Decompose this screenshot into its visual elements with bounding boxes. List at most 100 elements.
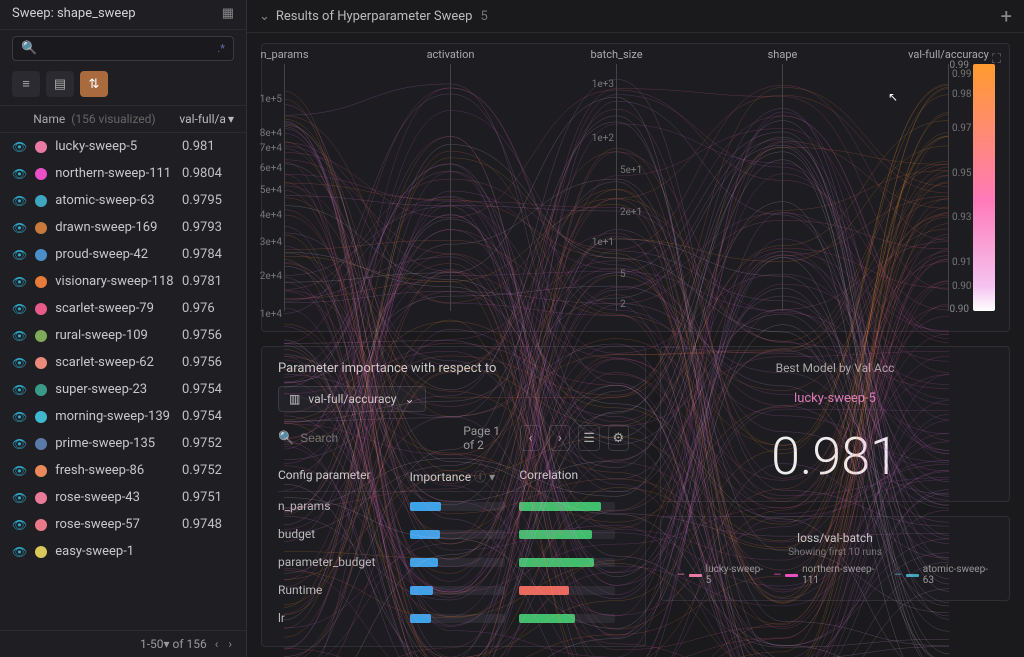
- run-row[interactable]: 👁 visionary-sweep-118 0.9781: [0, 268, 246, 295]
- filter-button[interactable]: ≡: [12, 71, 40, 97]
- color-dot: [35, 141, 47, 153]
- column-name-header[interactable]: Name: [33, 112, 65, 126]
- add-panel-button[interactable]: +: [1001, 4, 1012, 28]
- axis-tick: 5: [620, 269, 660, 280]
- color-dot: [35, 276, 47, 288]
- color-dot: [35, 330, 47, 342]
- run-row[interactable]: 👁 easy-sweep-1: [0, 538, 246, 565]
- color-dot: [35, 168, 47, 180]
- column-metric-header[interactable]: val-full/a▾: [179, 112, 234, 126]
- run-value: 0.9781: [182, 274, 234, 289]
- main-header: ⌄ Results of Hyperparameter Sweep 5 +: [247, 0, 1024, 33]
- run-name: rose-sweep-43: [55, 490, 174, 505]
- run-name: easy-sweep-1: [55, 544, 174, 559]
- run-name: northern-sweep-111: [55, 166, 174, 181]
- eye-icon[interactable]: 👁: [12, 167, 27, 181]
- run-value: 0.9784: [182, 247, 234, 262]
- run-row[interactable]: 👁scarlet-sweep-620.9756: [0, 349, 246, 376]
- axis-tick: 0.98: [952, 89, 992, 100]
- axis-label: activation: [427, 48, 475, 61]
- eye-icon[interactable]: 👁: [12, 329, 27, 343]
- axis-label: n_params: [260, 48, 308, 61]
- run-name: morning-sweep-139: [55, 409, 174, 424]
- eye-icon[interactable]: 👁: [12, 437, 27, 451]
- next-page-button[interactable]: ›: [226, 637, 234, 651]
- panel-toggle-icon[interactable]: ▦: [222, 6, 234, 21]
- eye-icon[interactable]: 👁: [12, 356, 27, 370]
- axis-tick: 5e+4: [247, 185, 282, 196]
- eye-icon[interactable]: 👁: [12, 194, 27, 208]
- eye-icon[interactable]: 👁: [12, 275, 27, 289]
- eye-icon[interactable]: 👁: [12, 410, 27, 424]
- run-row[interactable]: 👁 scarlet-sweep-79 0.976: [0, 295, 246, 322]
- sidebar-search-input[interactable]: [43, 42, 211, 56]
- axis-tick: 1e+3: [574, 79, 614, 90]
- eye-icon[interactable]: 👁: [12, 491, 27, 505]
- results-title: Results of Hyperparameter Sweep: [276, 9, 473, 24]
- run-row[interactable]: 👁prime-sweep-1350.9752: [0, 430, 246, 457]
- run-row[interactable]: 👁lucky-sweep-50.981: [0, 133, 246, 160]
- run-name: super-sweep-23: [55, 382, 174, 397]
- run-name: rural-sweep-109: [55, 328, 174, 343]
- run-name: visionary-sweep-118: [55, 274, 174, 289]
- eye-icon[interactable]: 👁: [12, 383, 27, 397]
- run-row[interactable]: 👁morning-sweep-1390.9754: [0, 403, 246, 430]
- run-value: 0.9752: [182, 436, 234, 451]
- run-row[interactable]: 👁 northern-sweep-111 0.9804: [0, 160, 246, 187]
- sidebar-header: Sweep: shape_sweep ▦: [0, 0, 246, 30]
- run-value: 0.9804: [182, 166, 234, 181]
- eye-icon[interactable]: 👁: [12, 248, 27, 262]
- page-range[interactable]: 1-50▾ of 156: [140, 637, 207, 651]
- axis[interactable]: n_params1e+58e+47e+46e+45e+44e+43e+42e+4…: [284, 64, 285, 311]
- parallel-coords-panel[interactable]: ⛶ ↖ n_params1e+58e+47e+46e+45e+44e+43e+4…: [261, 43, 1010, 332]
- eye-icon[interactable]: 👁: [12, 518, 27, 532]
- run-value: 0.976: [182, 301, 234, 316]
- cursor-icon: ↖: [888, 90, 898, 104]
- axis-tick: 0.90: [952, 281, 992, 292]
- color-dot: [35, 384, 47, 396]
- axis-tick: 8e+4: [247, 128, 282, 139]
- runs-list[interactable]: 👁lucky-sweep-50.981👁northern-sweep-1110.…: [0, 133, 246, 630]
- axis[interactable]: activation: [450, 64, 451, 311]
- axis-label: val-full/accuracy: [908, 48, 989, 61]
- eye-icon[interactable]: 👁: [12, 221, 27, 235]
- color-dot: [35, 195, 47, 207]
- collapse-icon[interactable]: ⌄: [259, 9, 270, 24]
- axis-label: batch_size: [590, 48, 642, 61]
- run-row[interactable]: 👁drawn-sweep-1690.9793: [0, 214, 246, 241]
- axis-tick: 0.95: [952, 168, 992, 179]
- color-dot: [35, 492, 47, 504]
- run-name: scarlet-sweep-79: [55, 301, 174, 316]
- eye-icon[interactable]: 👁: [12, 464, 27, 478]
- axis[interactable]: shape: [782, 64, 783, 311]
- run-row[interactable]: 👁atomic-sweep-630.9795: [0, 187, 246, 214]
- run-row[interactable]: 👁super-sweep-230.9754: [0, 376, 246, 403]
- colorbar-min: 0.90: [950, 304, 970, 315]
- color-dot: [35, 546, 47, 558]
- run-row[interactable]: 👁fresh-sweep-860.9752: [0, 457, 246, 484]
- axis[interactable]: val-full/accuracy0.990.980.970.950.930.9…: [948, 64, 949, 311]
- run-row[interactable]: 👁 rural-sweep-109 0.9756: [0, 322, 246, 349]
- sidebar-footer: 1-50▾ of 156 ‹ ›: [0, 630, 246, 657]
- axis-tick: 0.99: [952, 69, 992, 80]
- prev-page-button[interactable]: ‹: [213, 637, 221, 651]
- run-value: 0.9756: [182, 328, 234, 343]
- eye-icon[interactable]: 👁: [12, 302, 27, 316]
- run-value: 0.9748: [182, 517, 234, 532]
- chevron-down-icon: ▾: [228, 112, 234, 126]
- sidebar-search: 🔍 .*: [12, 36, 234, 61]
- eye-icon[interactable]: 👁: [12, 140, 27, 154]
- color-dot: [35, 411, 47, 423]
- axis[interactable]: batch_size1e+31e+25e+12e+11e+152: [616, 64, 617, 311]
- color-dot: [35, 249, 47, 261]
- sort-button[interactable]: ⇅: [80, 71, 108, 97]
- run-row[interactable]: 👁rose-sweep-570.9748: [0, 511, 246, 538]
- run-row[interactable]: 👁proud-sweep-420.9784: [0, 241, 246, 268]
- search-regex-icon[interactable]: .*: [217, 42, 225, 55]
- group-button[interactable]: ▤: [46, 71, 74, 97]
- run-row[interactable]: 👁rose-sweep-430.9751: [0, 484, 246, 511]
- color-dot: [35, 465, 47, 477]
- eye-icon[interactable]: 👁: [12, 545, 27, 559]
- run-value: 0.9793: [182, 220, 234, 235]
- axis-tick: 2e+4: [247, 271, 282, 282]
